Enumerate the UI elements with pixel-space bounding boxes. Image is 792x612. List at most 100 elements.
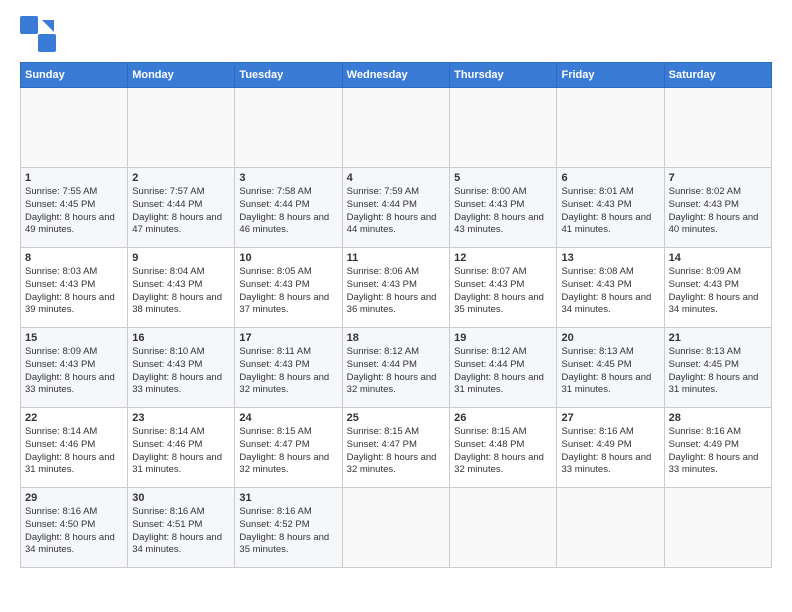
day-number: 5 <box>454 172 552 184</box>
day-info: Sunrise: 8:10 AMSunset: 4:43 PMDaylight:… <box>132 346 230 397</box>
day-number: 24 <box>239 412 337 424</box>
day-info: Sunrise: 8:05 AMSunset: 4:43 PMDaylight:… <box>239 266 337 317</box>
calendar-day-20: 20Sunrise: 8:13 AMSunset: 4:45 PMDayligh… <box>557 328 664 408</box>
day-info: Sunrise: 8:16 AMSunset: 4:50 PMDaylight:… <box>25 506 123 557</box>
day-info: Sunrise: 8:09 AMSunset: 4:43 PMDaylight:… <box>669 266 767 317</box>
calendar-empty-cell <box>450 488 557 568</box>
calendar-day-13: 13 Sunrise: 8:08 AMSunset: 4:43 PMDayligh… <box>557 248 664 328</box>
day-number: 12 <box>454 252 552 264</box>
logo-icon <box>20 16 56 52</box>
day-number: 6 <box>561 172 659 184</box>
calendar-empty-cell <box>450 88 557 168</box>
calendar-day-5: 5 Sunrise: 8:00 AMSunset: 4:43 PMDaylight… <box>450 168 557 248</box>
calendar-header-wednesday: Wednesday <box>342 63 449 88</box>
calendar-empty-cell <box>664 88 771 168</box>
calendar-day-14: 14 Sunrise: 8:09 AMSunset: 4:43 PMDayligh… <box>664 248 771 328</box>
day-info: Sunrise: 8:12 AMSunset: 4:44 PMDaylight:… <box>347 346 445 397</box>
calendar-day-3: 3 Sunrise: 7:58 AMSunset: 4:44 PMDaylight… <box>235 168 342 248</box>
day-info: Sunrise: 8:16 AMSunset: 4:49 PMDaylight:… <box>561 426 659 477</box>
calendar-day-31: 31Sunrise: 8:16 AMSunset: 4:52 PMDayligh… <box>235 488 342 568</box>
page: SundayMondayTuesdayWednesdayThursdayFrid… <box>0 0 792 612</box>
day-number: 23 <box>132 412 230 424</box>
calendar-header-monday: Monday <box>128 63 235 88</box>
calendar-day-23: 23 Sunrise: 8:14 AMSunset: 4:46 PMDayligh… <box>128 408 235 488</box>
day-number: 8 <box>25 252 123 264</box>
day-number: 22 <box>25 412 123 424</box>
day-info: Sunrise: 8:16 AMSunset: 4:51 PMDaylight:… <box>132 506 230 557</box>
day-info: Sunrise: 8:15 AMSunset: 4:47 PMDaylight:… <box>347 426 445 477</box>
calendar-empty-cell <box>128 88 235 168</box>
calendar-day-22: 22 Sunrise: 8:14 AMSunset: 4:46 PMDayligh… <box>21 408 128 488</box>
day-number: 4 <box>347 172 445 184</box>
day-info: Sunrise: 8:11 AMSunset: 4:43 PMDaylight:… <box>239 346 337 397</box>
day-info: Sunrise: 8:16 AMSunset: 4:52 PMDaylight:… <box>239 506 337 557</box>
day-info: Sunrise: 8:09 AMSunset: 4:43 PMDaylight:… <box>25 346 123 397</box>
day-number: 3 <box>239 172 337 184</box>
day-info: Sunrise: 8:13 AMSunset: 4:45 PMDaylight:… <box>669 346 767 397</box>
day-info: Sunrise: 8:14 AMSunset: 4:46 PMDaylight:… <box>25 426 123 477</box>
calendar-day-9: 9Sunrise: 8:04 AMSunset: 4:43 PMDaylight… <box>128 248 235 328</box>
calendar-week-1 <box>21 88 772 168</box>
day-number: 26 <box>454 412 552 424</box>
day-number: 16 <box>132 332 230 344</box>
day-number: 15 <box>25 332 123 344</box>
calendar-header-sunday: Sunday <box>21 63 128 88</box>
calendar-day-17: 17Sunrise: 8:11 AMSunset: 4:43 PMDayligh… <box>235 328 342 408</box>
day-number: 14 <box>669 252 767 264</box>
calendar-day-10: 10 Sunrise: 8:05 AMSunset: 4:43 PMDayligh… <box>235 248 342 328</box>
day-number: 13 <box>561 252 659 264</box>
calendar-empty-cell <box>21 88 128 168</box>
day-info: Sunrise: 8:12 AMSunset: 4:44 PMDaylight:… <box>454 346 552 397</box>
calendar-day-8: 8Sunrise: 8:03 AMSunset: 4:43 PMDaylight… <box>21 248 128 328</box>
calendar-day-24: 24Sunrise: 8:15 AMSunset: 4:47 PMDayligh… <box>235 408 342 488</box>
day-info: Sunrise: 8:08 AMSunset: 4:43 PMDaylight:… <box>561 266 659 317</box>
calendar-header-friday: Friday <box>557 63 664 88</box>
day-number: 28 <box>669 412 767 424</box>
day-info: Sunrise: 7:58 AMSunset: 4:44 PMDaylight:… <box>239 186 337 237</box>
day-number: 25 <box>347 412 445 424</box>
calendar-week-4: 15 Sunrise: 8:09 AMSunset: 4:43 PMDayligh… <box>21 328 772 408</box>
calendar-day-27: 27 Sunrise: 8:16 AMSunset: 4:49 PMDayligh… <box>557 408 664 488</box>
calendar-empty-cell <box>557 88 664 168</box>
day-number: 18 <box>347 332 445 344</box>
calendar-empty-cell <box>664 488 771 568</box>
calendar-header-row: SundayMondayTuesdayWednesdayThursdayFrid… <box>21 63 772 88</box>
day-number: 7 <box>669 172 767 184</box>
day-number: 30 <box>132 492 230 504</box>
calendar-day-16: 16 Sunrise: 8:10 AMSunset: 4:43 PMDayligh… <box>128 328 235 408</box>
day-info: Sunrise: 8:00 AMSunset: 4:43 PMDaylight:… <box>454 186 552 237</box>
calendar-day-19: 19 Sunrise: 8:12 AMSunset: 4:44 PMDayligh… <box>450 328 557 408</box>
day-number: 21 <box>669 332 767 344</box>
calendar-day-29: 29 Sunrise: 8:16 AMSunset: 4:50 PMDayligh… <box>21 488 128 568</box>
calendar-day-11: 11Sunrise: 8:06 AMSunset: 4:43 PMDayligh… <box>342 248 449 328</box>
day-number: 1 <box>25 172 123 184</box>
day-number: 19 <box>454 332 552 344</box>
day-number: 27 <box>561 412 659 424</box>
header <box>20 16 772 52</box>
day-number: 29 <box>25 492 123 504</box>
calendar-week-5: 22 Sunrise: 8:14 AMSunset: 4:46 PMDayligh… <box>21 408 772 488</box>
calendar-empty-cell <box>235 88 342 168</box>
day-info: Sunrise: 8:15 AMSunset: 4:48 PMDaylight:… <box>454 426 552 477</box>
calendar-day-6: 6 Sunrise: 8:01 AMSunset: 4:43 PMDaylight… <box>557 168 664 248</box>
calendar-day-21: 21 Sunrise: 8:13 AMSunset: 4:45 PMDayligh… <box>664 328 771 408</box>
calendar-week-6: 29 Sunrise: 8:16 AMSunset: 4:50 PMDayligh… <box>21 488 772 568</box>
calendar-header-tuesday: Tuesday <box>235 63 342 88</box>
calendar-header-thursday: Thursday <box>450 63 557 88</box>
calendar-week-3: 8Sunrise: 8:03 AMSunset: 4:43 PMDaylight… <box>21 248 772 328</box>
calendar-day-15: 15 Sunrise: 8:09 AMSunset: 4:43 PMDayligh… <box>21 328 128 408</box>
calendar-day-4: 4Sunrise: 7:59 AMSunset: 4:44 PMDaylight… <box>342 168 449 248</box>
calendar-empty-cell <box>557 488 664 568</box>
calendar-week-2: 1 Sunrise: 7:55 AMSunset: 4:45 PMDaylight… <box>21 168 772 248</box>
calendar-day-2: 2Sunrise: 7:57 AMSunset: 4:44 PMDaylight… <box>128 168 235 248</box>
calendar-day-18: 18 Sunrise: 8:12 AMSunset: 4:44 PMDayligh… <box>342 328 449 408</box>
day-info: Sunrise: 8:14 AMSunset: 4:46 PMDaylight:… <box>132 426 230 477</box>
day-info: Sunrise: 8:02 AMSunset: 4:43 PMDaylight:… <box>669 186 767 237</box>
day-number: 20 <box>561 332 659 344</box>
day-number: 11 <box>347 252 445 264</box>
day-number: 10 <box>239 252 337 264</box>
day-info: Sunrise: 8:01 AMSunset: 4:43 PMDaylight:… <box>561 186 659 237</box>
day-info: Sunrise: 7:55 AMSunset: 4:45 PMDaylight:… <box>25 186 123 237</box>
calendar-day-30: 30 Sunrise: 8:16 AMSunset: 4:51 PMDayligh… <box>128 488 235 568</box>
day-info: Sunrise: 8:07 AMSunset: 4:43 PMDaylight:… <box>454 266 552 317</box>
